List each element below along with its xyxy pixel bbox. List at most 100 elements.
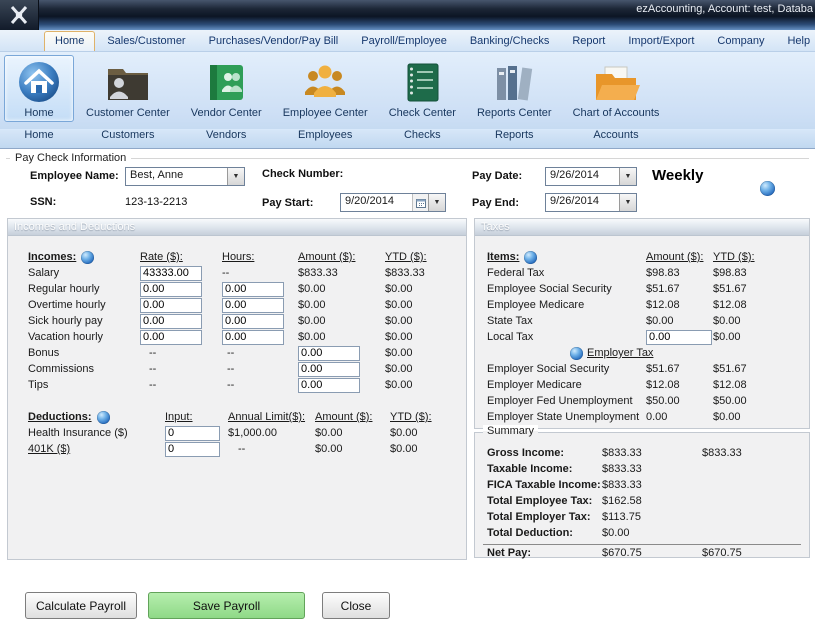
tips-amount-input[interactable]: [298, 378, 360, 393]
toolbar-home-button[interactable]: Home: [4, 55, 74, 122]
app-logo-icon[interactable]: [0, 0, 39, 30]
incomes-help-icon[interactable]: [81, 251, 94, 264]
calendar-icon: [412, 194, 428, 211]
deductions-header-row: Deductions: Input: Annual Limit($): Amou…: [8, 409, 466, 425]
health-insurance-limit: $1,000.00: [228, 427, 315, 439]
taxes-items-header: Items:: [487, 251, 519, 263]
bonus-amount-input[interactable]: [298, 346, 360, 361]
income-row-tips: Tips -- -- $0.00: [8, 377, 466, 393]
nav-vendors-label[interactable]: Vendors: [206, 129, 246, 141]
tips-hours: --: [222, 379, 298, 391]
tax-col-amount-header: Amount ($):: [646, 251, 713, 263]
income-label: Sick hourly pay: [28, 315, 140, 327]
col-rate-header: Rate ($):: [140, 251, 222, 263]
employer-fed-unemp-amount: $50.00: [646, 395, 713, 407]
tax-row-federal: Federal Tax $98.83 $98.83: [475, 265, 809, 281]
regular-hourly-hours-input[interactable]: [222, 282, 284, 297]
chevron-down-icon[interactable]: ▼: [619, 194, 636, 211]
total-employee-tax-value: $162.58: [602, 495, 702, 507]
vacation-hourly-hours-input[interactable]: [222, 330, 284, 345]
nav-checks-label[interactable]: Checks: [404, 129, 441, 141]
pay-start-datepicker[interactable]: 9/20/2014 ▼: [340, 193, 446, 212]
employer-tax-header: Employer Tax: [475, 345, 809, 361]
toolbar-reports-center-button[interactable]: Reports Center: [468, 55, 561, 122]
401k-ytd: $0.00: [390, 443, 466, 455]
nav-accounts-label[interactable]: Accounts: [593, 129, 638, 141]
toolbar-chart-of-accounts-button[interactable]: Chart of Accounts: [564, 55, 669, 122]
toolbar-employee-center-button[interactable]: Employee Center: [274, 55, 377, 122]
paycheck-section-title: Pay Check Information: [10, 152, 131, 164]
nav-home-label[interactable]: Home: [24, 129, 53, 141]
overtime-hourly-rate-input[interactable]: [140, 298, 202, 313]
tab-report[interactable]: Report: [561, 31, 616, 51]
local-tax-input[interactable]: [646, 330, 712, 345]
tab-banking-checks[interactable]: Banking/Checks: [459, 31, 561, 51]
employee-name-select[interactable]: Best, Anne ▼: [125, 167, 245, 186]
health-insurance-input[interactable]: [165, 426, 220, 441]
tab-payroll-employee[interactable]: Payroll/Employee: [350, 31, 458, 51]
tab-import-export[interactable]: Import/Export: [617, 31, 705, 51]
tab-help[interactable]: Help: [776, 31, 815, 51]
nav-employees-label[interactable]: Employees: [298, 129, 352, 141]
check-number-label: Check Number:: [262, 168, 343, 180]
tab-company[interactable]: Company: [706, 31, 775, 51]
tips-rate: --: [140, 379, 222, 391]
sick-hourly-ytd: $0.00: [385, 315, 466, 327]
overtime-hourly-amount: $0.00: [298, 299, 385, 311]
tax-label: Employer Fed Unemployment: [487, 395, 646, 407]
sick-hourly-rate-input[interactable]: [140, 314, 202, 329]
tax-label: Federal Tax: [487, 267, 646, 279]
regular-hourly-ytd: $0.00: [385, 283, 466, 295]
nav-reports-label[interactable]: Reports: [495, 129, 534, 141]
employee-ss-ytd: $51.67: [713, 283, 809, 295]
calculate-payroll-button[interactable]: Calculate Payroll: [25, 592, 137, 619]
salary-rate-input[interactable]: [140, 266, 202, 281]
bonus-ytd: $0.00: [385, 347, 466, 359]
chevron-down-icon[interactable]: ▼: [227, 168, 244, 185]
employer-ss-amount: $51.67: [646, 363, 713, 375]
home-icon: [13, 58, 65, 106]
employer-tax-help-icon[interactable]: [570, 347, 583, 360]
chevron-down-icon[interactable]: ▼: [619, 168, 636, 185]
regular-hourly-rate-input[interactable]: [140, 282, 202, 297]
overtime-hourly-hours-input[interactable]: [222, 298, 284, 313]
ssn-value: 123-13-2213: [125, 196, 187, 208]
toolbar-vendor-center-button[interactable]: Vendor Center: [182, 55, 271, 122]
federal-tax-amount: $98.83: [646, 267, 713, 279]
summary-label: Gross Income:: [487, 447, 602, 459]
bonus-rate: --: [140, 347, 222, 359]
net-pay-value: $670.75: [602, 547, 702, 559]
summary-label: Total Employer Tax:: [487, 511, 602, 523]
paycheck-help-icon[interactable]: [760, 181, 775, 196]
chevron-down-icon[interactable]: ▼: [428, 194, 445, 211]
pay-frequency-label: Weekly: [652, 167, 703, 184]
net-pay-ytd: $670.75: [702, 547, 809, 559]
check-center-icon: [396, 58, 448, 106]
sick-hourly-hours-input[interactable]: [222, 314, 284, 329]
vacation-hourly-rate-input[interactable]: [140, 330, 202, 345]
toolbar-check-center-button[interactable]: Check Center: [380, 55, 465, 122]
toolbar-customer-center-button[interactable]: Customer Center: [77, 55, 179, 122]
tab-sales-customer[interactable]: Sales/Customer: [96, 31, 196, 51]
pay-date-select[interactable]: 9/26/2014 ▼: [545, 167, 637, 186]
deductions-help-icon[interactable]: [97, 411, 110, 424]
taxes-items-help-icon[interactable]: [524, 251, 537, 264]
summary-row-total-deduction: Total Deduction: $0.00: [475, 525, 809, 541]
save-payroll-button[interactable]: Save Payroll: [148, 592, 305, 619]
summary-label: Net Pay:: [487, 547, 602, 559]
401k-input[interactable]: [165, 442, 220, 457]
pay-end-select[interactable]: 9/26/2014 ▼: [545, 193, 637, 212]
commissions-amount-input[interactable]: [298, 362, 360, 377]
vacation-hourly-ytd: $0.00: [385, 331, 466, 343]
income-label: Regular hourly: [28, 283, 140, 295]
income-row-vacation-hourly: Vacation hourly $0.00 $0.00: [8, 329, 466, 345]
nav-customers-label[interactable]: Customers: [101, 129, 154, 141]
tab-purchases-vendor-pay-bill[interactable]: Purchases/Vendor/Pay Bill: [198, 31, 350, 51]
tab-home[interactable]: Home: [44, 31, 95, 51]
toolbar-vendor-center-label: Vendor Center: [191, 107, 262, 119]
tips-ytd: $0.00: [385, 379, 466, 391]
check-number-input[interactable]: [355, 166, 445, 184]
employer-fed-unemp-ytd: $50.00: [713, 395, 809, 407]
health-insurance-ytd: $0.00: [390, 427, 466, 439]
close-button[interactable]: Close: [322, 592, 390, 619]
